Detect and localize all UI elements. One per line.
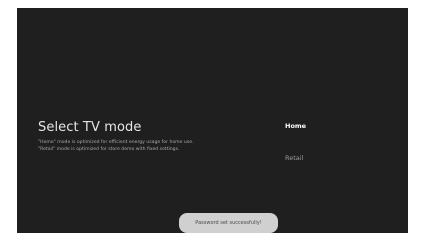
page-title: Select TV mode bbox=[38, 120, 142, 135]
tv-setup-screen: Select TV mode "Home" mode is optimized … bbox=[17, 8, 408, 233]
toast-message: Password set successfully! bbox=[195, 220, 262, 226]
toast-notification: Password set successfully! bbox=[179, 213, 278, 233]
option-home[interactable]: Home bbox=[285, 122, 306, 130]
option-retail[interactable]: Retail bbox=[285, 154, 303, 162]
retail-mode-description: "Retail" mode is optimized for store dem… bbox=[38, 147, 180, 152]
mode-description: "Home" mode is optimized for efficient e… bbox=[38, 139, 194, 153]
home-mode-description: "Home" mode is optimized for efficient e… bbox=[38, 140, 194, 145]
